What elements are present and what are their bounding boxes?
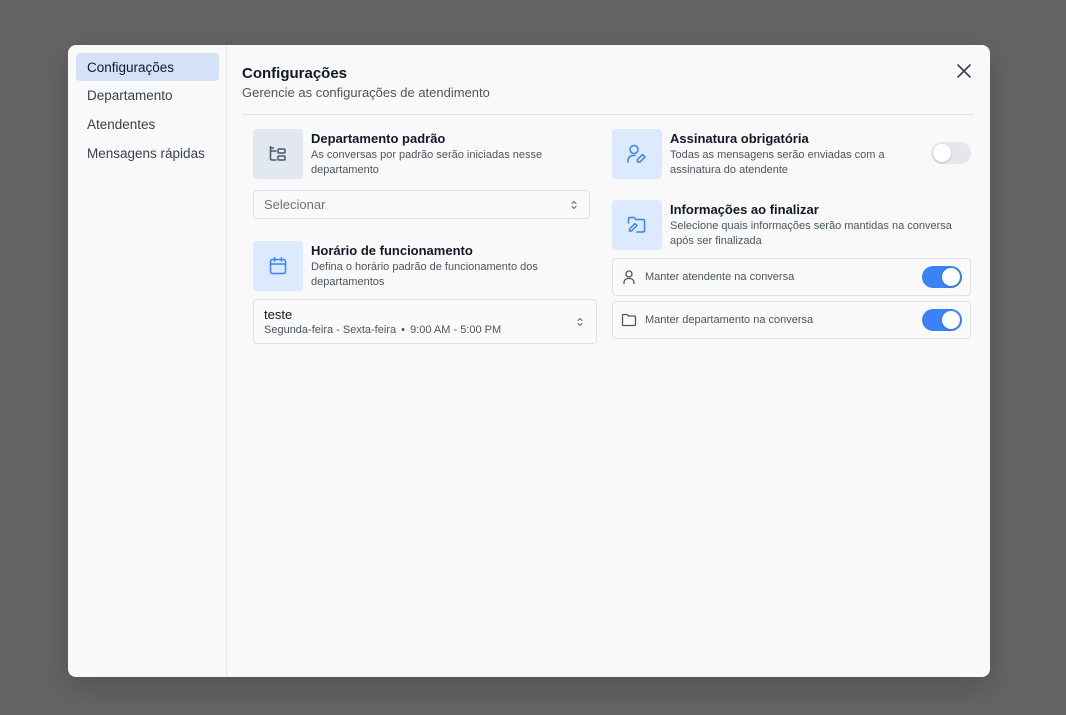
finalize-info-setting: Informações ao finalizar Selecione quais… <box>612 200 971 250</box>
signature-description: Todas as mensagens serão enviadas com a … <box>670 149 885 176</box>
right-column: Assinatura obrigatória Todas as mensagen… <box>612 129 971 344</box>
sidebar-item-departamento[interactable]: Departamento <box>76 82 219 110</box>
keep-department-toggle[interactable] <box>922 309 962 331</box>
folder-icon <box>621 313 637 327</box>
default-department-description: As conversas por padrão serão iniciadas … <box>311 149 543 176</box>
sidebar-item-mensagens-rapidas[interactable]: Mensagens rápidas <box>76 139 219 167</box>
toggle-knob <box>942 268 960 286</box>
select-placeholder: Selecionar <box>264 197 326 212</box>
default-department-title: Departamento padrão <box>311 131 446 146</box>
default-department-setting: Departamento padrão As conversas por pad… <box>253 129 597 179</box>
settings-sidebar: Configurações Departamento Atendentes Me… <box>68 45 227 677</box>
keep-department-option: Manter departamento na conversa <box>612 301 971 339</box>
toggle-knob <box>942 311 960 329</box>
keep-attendant-option: Manter atendente na conversa <box>612 258 971 296</box>
schedule-name: teste <box>264 306 293 322</box>
finalize-info-title: Informações ao finalizar <box>670 202 819 217</box>
page-subtitle: Gerencie as configurações de atendimento <box>242 85 490 100</box>
header-divider <box>242 114 974 115</box>
business-hours-title: Horário de funcionamento <box>311 243 473 258</box>
folder-pen-icon <box>612 200 662 250</box>
business-hours-description: Defina o horário padrão de funcionamento… <box>311 261 538 288</box>
sidebar-item-atendentes[interactable]: Atendentes <box>76 111 219 139</box>
schedule-hours: 9:00 AM - 5:00 PM <box>410 323 502 336</box>
close-icon <box>957 64 971 78</box>
settings-modal: Configurações Departamento Atendentes Me… <box>68 45 990 677</box>
business-hours-setting: Horário de funcionamento Defina o horári… <box>253 241 597 291</box>
signature-setting: Assinatura obrigatória Todas as mensagen… <box>612 129 971 179</box>
signature-toggle[interactable] <box>931 142 971 164</box>
keep-attendant-toggle[interactable] <box>922 266 962 288</box>
business-hours-select[interactable]: teste Segunda-feira - Sexta-feira • 9:00… <box>253 299 597 344</box>
schedule-detail: Segunda-feira - Sexta-feira • 9:00 AM - … <box>264 323 501 337</box>
chevron-up-down-icon <box>571 200 577 209</box>
keep-attendant-label: Manter atendente na conversa <box>645 271 795 283</box>
department-tree-icon <box>253 129 303 179</box>
chevron-up-down-icon <box>577 317 583 326</box>
close-button[interactable] <box>954 61 974 81</box>
user-pen-icon <box>612 129 662 179</box>
toggle-knob <box>933 144 951 162</box>
default-department-select[interactable]: Selecionar <box>253 190 590 219</box>
settings-columns: Departamento padrão As conversas por pad… <box>253 129 971 344</box>
schedule-separator: • <box>401 323 405 336</box>
page-title: Configurações <box>242 65 348 82</box>
settings-content: Configurações Gerencie as configurações … <box>227 45 990 677</box>
calendar-icon <box>253 241 303 291</box>
finalize-info-description: Selecione quais informações serão mantid… <box>670 220 952 247</box>
sidebar-item-configuracoes[interactable]: Configurações <box>76 53 219 81</box>
keep-department-label: Manter departamento na conversa <box>645 314 814 326</box>
user-icon <box>623 270 635 285</box>
signature-title: Assinatura obrigatória <box>670 131 809 146</box>
left-column: Departamento padrão As conversas por pad… <box>253 129 597 344</box>
schedule-days: Segunda-feira - Sexta-feira <box>264 323 397 336</box>
